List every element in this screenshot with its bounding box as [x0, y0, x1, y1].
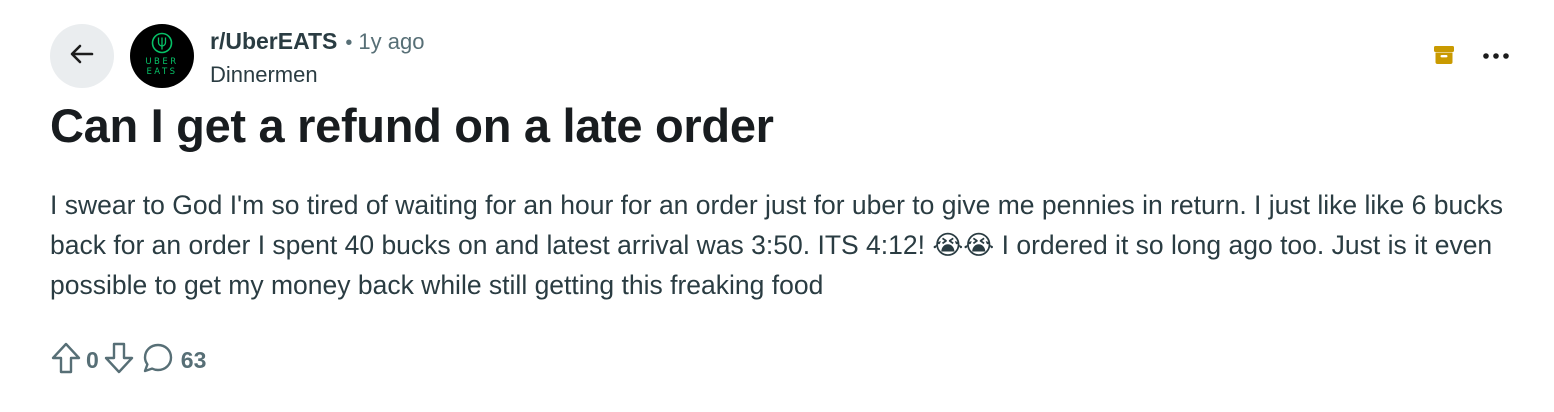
post-time: 1y ago: [358, 29, 425, 54]
comments-button[interactable]: 63: [141, 341, 211, 380]
arrow-left-icon: [66, 38, 98, 75]
archive-icon[interactable]: [1430, 41, 1458, 69]
comment-bubble-icon: [141, 341, 175, 380]
meta-separator: •: [345, 32, 353, 54]
subreddit-link[interactable]: r/UberEATS: [210, 27, 337, 55]
upvote-arrow-icon: [50, 341, 82, 380]
post-title: Can I get a refund on a late order: [50, 99, 774, 152]
subreddit-avatar[interactable]: UBER EATS: [130, 24, 194, 88]
downvote-button[interactable]: [103, 341, 135, 380]
post-body: I swear to God I'm so tired of waiting f…: [50, 190, 1503, 300]
more-options-button[interactable]: [1474, 38, 1518, 74]
vote-count: 0: [86, 346, 99, 373]
post-action-bar: 0 63: [50, 340, 210, 380]
logo-line-2: EATS: [146, 67, 177, 77]
uber-eats-logo: UBER EATS: [145, 32, 178, 77]
more-horizontal-icon: [1482, 47, 1510, 65]
author-link[interactable]: Dinnermen: [210, 61, 424, 89]
logo-line-1: UBER: [145, 57, 178, 67]
upvote-button[interactable]: [50, 341, 82, 380]
downvote-arrow-icon: [103, 341, 135, 380]
post-meta: r/UberEATS • 1y ago Dinnermen: [210, 27, 424, 89]
back-button[interactable]: [50, 24, 114, 88]
comment-count: 63: [180, 346, 207, 373]
